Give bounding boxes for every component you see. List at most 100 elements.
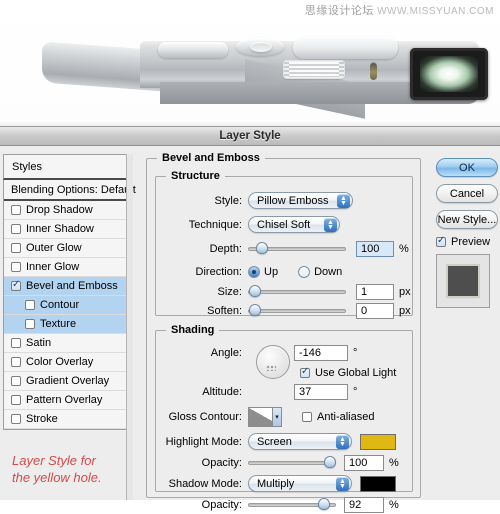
soften-slider[interactable] xyxy=(248,303,346,318)
new-style-button-label: New Style... xyxy=(437,213,497,226)
size-value: 1 xyxy=(361,285,368,298)
technique-row: Technique: Chisel Soft ▲ ▼ xyxy=(156,215,412,234)
altitude-input[interactable]: 37 xyxy=(294,383,348,400)
soften-input[interactable]: 0 xyxy=(356,302,394,319)
effect-checkbox[interactable] xyxy=(11,338,21,348)
preview-checkbox[interactable] xyxy=(436,235,446,247)
list-item-effect[interactable]: Inner Glow xyxy=(4,258,129,277)
effect-checkbox[interactable] xyxy=(11,224,21,234)
effect-checkbox[interactable] xyxy=(11,395,21,405)
soften-value: 0 xyxy=(361,304,368,317)
effect-label: Texture xyxy=(40,318,77,330)
list-item-effect[interactable]: Stroke xyxy=(4,410,129,429)
effect-checkbox[interactable] xyxy=(11,262,21,272)
list-item-effect[interactable]: Gradient Overlay xyxy=(4,372,129,391)
effect-checkbox[interactable] xyxy=(11,205,21,215)
effect-checkbox[interactable] xyxy=(11,414,21,424)
annotation-note: Layer Style for the yellow hole. xyxy=(12,452,123,486)
direction-up-radio[interactable] xyxy=(248,265,260,278)
list-item-effect[interactable]: Pattern Overlay xyxy=(4,391,129,410)
soften-label: Soften: xyxy=(207,304,242,317)
list-item-effect[interactable]: Texture xyxy=(4,315,129,334)
highlight-mode-dropdown[interactable]: Screen ▲ ▼ xyxy=(248,433,352,450)
list-item-effect[interactable]: Outer Glow xyxy=(4,239,129,258)
chevron-updown-icon: ▲ ▼ xyxy=(337,193,350,208)
highlight-opacity-input[interactable]: 100 xyxy=(344,454,384,471)
depth-slider-thumb[interactable] xyxy=(255,241,268,254)
styles-scrollbar[interactable] xyxy=(126,154,133,500)
highlight-opacity-thumb[interactable] xyxy=(324,455,336,468)
camera-photo: 思缘设计论坛 WWW.MISSYUAN.COM xyxy=(0,0,500,126)
size-slider[interactable] xyxy=(248,284,346,299)
shadow-opacity-input[interactable]: 92 xyxy=(344,496,384,513)
gloss-contour-row: Gloss Contour: ▾ Anti-aliased xyxy=(156,406,412,428)
style-row: Style: Pillow Emboss ▲ ▼ xyxy=(156,191,412,210)
depth-slider[interactable] xyxy=(248,241,346,256)
list-item-effect[interactable]: Inner Shadow xyxy=(4,220,129,239)
styles-header[interactable]: Styles xyxy=(3,154,130,180)
highlight-color-swatch[interactable] xyxy=(360,433,396,450)
effect-checkbox[interactable] xyxy=(11,243,21,253)
angle-row: Angle: -146 ° xyxy=(156,343,412,362)
list-item-blending-options[interactable]: Blending Options: Default xyxy=(4,180,136,201)
technique-dropdown[interactable]: Chisel Soft ▲ ▼ xyxy=(248,216,340,233)
list-item-effect[interactable]: Bevel and Emboss xyxy=(4,277,129,296)
size-label: Size: xyxy=(217,285,242,298)
effect-checkbox[interactable] xyxy=(11,279,21,291)
size-slider-thumb[interactable] xyxy=(248,284,261,297)
angle-value: -146 xyxy=(299,346,322,359)
style-dropdown[interactable]: Pillow Emboss ▲ ▼ xyxy=(248,192,353,209)
preview-toggle[interactable]: Preview xyxy=(436,235,498,248)
new-style-button[interactable]: New Style... xyxy=(436,210,498,229)
chevron-updown-icon: ▲ ▼ xyxy=(336,476,349,491)
camera-led-indicator xyxy=(370,62,377,80)
preview-label: Preview xyxy=(451,236,491,248)
effect-checkbox[interactable] xyxy=(11,357,21,367)
use-global-light-checkbox[interactable] xyxy=(300,366,310,378)
cancel-button[interactable]: Cancel xyxy=(436,184,498,203)
depth-input[interactable]: 100 xyxy=(356,240,394,257)
angle-input[interactable]: -146 xyxy=(294,344,348,361)
ok-button-label: OK xyxy=(459,161,475,174)
structure-group-label: Structure xyxy=(166,170,225,182)
camera-mode-dial xyxy=(293,37,398,59)
dialog-actions: OK Cancel New Style... Preview xyxy=(436,158,498,308)
watermark: 思缘设计论坛 WWW.MISSYUAN.COM xyxy=(305,2,494,18)
direction-down-radio[interactable] xyxy=(298,265,311,278)
shadow-color-swatch[interactable] xyxy=(360,475,396,492)
list-item-effect[interactable]: Color Overlay xyxy=(4,353,129,372)
ok-button[interactable]: OK xyxy=(436,158,498,177)
angle-unit: ° xyxy=(353,346,358,359)
layer-style-dialog: Layer Style Styles Blending Options: Def… xyxy=(0,126,500,513)
styles-header-label: Styles xyxy=(12,160,42,173)
anti-aliased-checkbox[interactable] xyxy=(302,412,312,422)
annotation-line-2: the yellow hole. xyxy=(12,470,102,485)
effect-checkbox[interactable] xyxy=(25,300,35,310)
effects-list: Drop Shadow Inner Shadow Outer Glow Inner G… xyxy=(4,201,129,429)
list-item-effect[interactable]: Contour xyxy=(4,296,129,315)
highlight-opacity-slider[interactable] xyxy=(248,455,336,470)
annotation-line-1: Layer Style for xyxy=(12,453,96,468)
shadow-mode-label: Shadow Mode: xyxy=(168,477,242,490)
shadow-mode-dropdown[interactable]: Multiply ▲ ▼ xyxy=(248,475,352,492)
use-global-light-row[interactable]: Use Global Light xyxy=(156,363,412,382)
shadow-opacity-thumb[interactable] xyxy=(317,497,330,510)
dialog-titlebar[interactable]: Layer Style xyxy=(0,127,500,146)
gloss-contour-swatch[interactable]: ▾ xyxy=(248,407,282,427)
effect-label: Outer Glow xyxy=(26,242,82,254)
size-input[interactable]: 1 xyxy=(356,283,394,300)
angle-label: Angle: xyxy=(210,346,242,359)
size-slider-track xyxy=(248,289,346,294)
list-item-effect[interactable]: Satin xyxy=(4,334,129,353)
shadow-opacity-unit: % xyxy=(389,498,399,511)
effect-label: Bevel and Emboss xyxy=(26,280,118,292)
soften-slider-thumb[interactable] xyxy=(248,303,261,316)
effect-label: Satin xyxy=(26,337,52,349)
chevron-down-icon: ▾ xyxy=(272,408,281,426)
effect-label: Inner Glow xyxy=(26,261,80,273)
effect-checkbox[interactable] xyxy=(11,376,21,386)
camera-dial-left xyxy=(158,42,228,58)
list-item-effect[interactable]: Drop Shadow xyxy=(4,201,129,220)
effect-checkbox[interactable] xyxy=(25,319,35,329)
shading-group-label: Shading xyxy=(166,324,220,336)
